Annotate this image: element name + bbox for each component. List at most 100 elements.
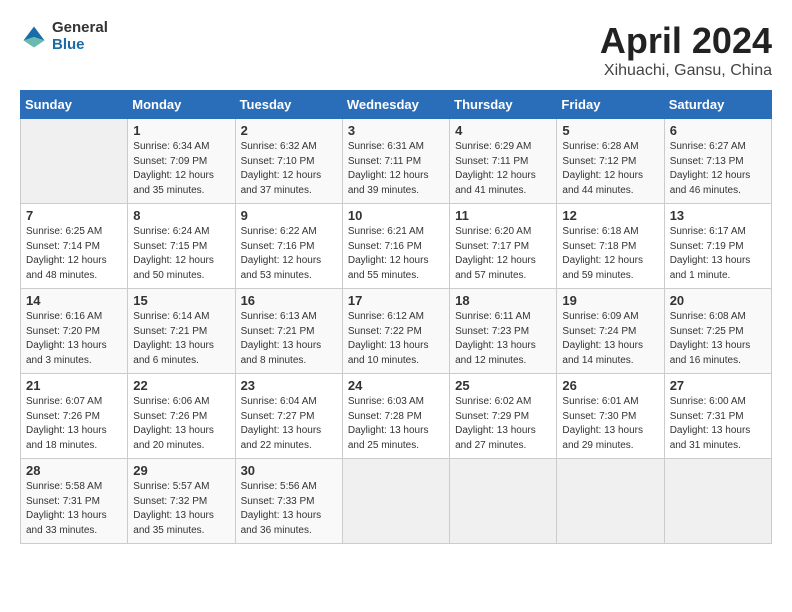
day-info: Sunrise: 5:58 AMSunset: 7:31 PMDaylight:… [26,480,122,538]
day-info: Sunrise: 6:14 AMSunset: 7:21 PMDaylight:… [133,310,229,368]
day-number: 21 [26,378,122,393]
day-number: 18 [455,293,551,308]
day-number: 27 [670,378,766,393]
logo-general: General [52,20,108,37]
day-number: 4 [455,123,551,138]
day-number: 17 [348,293,444,308]
logo-blue: Blue [52,37,108,54]
day-info: Sunrise: 6:00 AMSunset: 7:31 PMDaylight:… [670,395,766,453]
day-info: Sunrise: 6:29 AMSunset: 7:11 PMDaylight:… [455,140,551,198]
calendar-cell: 25 Sunrise: 6:02 AMSunset: 7:29 PMDayligh… [450,374,557,459]
calendar-cell: 13Sunrise: 6:17 AMSunset: 7:19 PMDayligh… [664,204,771,289]
calendar-cell: 6Sunrise: 6:27 AMSunset: 7:13 PMDaylight… [664,119,771,204]
day-number: 14 [26,293,122,308]
calendar-title: April 2024 [600,20,772,62]
day-number: 2 [241,123,337,138]
calendar-cell: 28Sunrise: 5:58 AMSunset: 7:31 PMDayligh… [21,459,128,544]
day-info: Sunrise: 6:01 AMSunset: 7:30 PMDaylight:… [562,395,658,453]
day-number: 9 [241,208,337,223]
day-info: Sunrise: 6:02 AMSunset: 7:29 PMDaylight:… [455,395,551,453]
day-number: 23 [241,378,337,393]
day-number: 29 [133,463,229,478]
calendar-cell: 1 Sunrise: 6:34 AMSunset: 7:09 PMDaylight… [128,119,235,204]
weekday-header-friday: Friday [557,91,664,119]
calendar-cell: 11 Sunrise: 6:20 AMSunset: 7:17 PMDayligh… [450,204,557,289]
calendar-cell: 24Sunrise: 6:03 AMSunset: 7:28 PMDayligh… [342,374,449,459]
day-info: Sunrise: 6:17 AMSunset: 7:19 PMDaylight:… [670,225,766,283]
calendar-cell: 29 Sunrise: 5:57 AMSunset: 7:32 PMDayligh… [128,459,235,544]
calendar-cell: 20Sunrise: 6:08 AMSunset: 7:25 PMDayligh… [664,289,771,374]
day-number: 30 [241,463,337,478]
day-info: Sunrise: 5:56 AMSunset: 7:33 PMDaylight:… [241,480,337,538]
day-info: Sunrise: 6:24 AMSunset: 7:15 PMDaylight:… [133,225,229,283]
calendar-cell [342,459,449,544]
weekday-header-monday: Monday [128,91,235,119]
day-number: 12 [562,208,658,223]
day-number: 25 [455,378,551,393]
day-number: 7 [26,208,122,223]
day-info: Sunrise: 6:18 AMSunset: 7:18 PMDaylight:… [562,225,658,283]
calendar-week-row: 28Sunrise: 5:58 AMSunset: 7:31 PMDayligh… [21,459,772,544]
calendar-cell: 27 Sunrise: 6:00 AMSunset: 7:31 PMDayligh… [664,374,771,459]
calendar-cell: 26Sunrise: 6:01 AMSunset: 7:30 PMDayligh… [557,374,664,459]
calendar-cell: 5Sunrise: 6:28 AMSunset: 7:12 PMDaylight… [557,119,664,204]
calendar-week-row: 21 Sunrise: 6:07 AMSunset: 7:26 PMDayligh… [21,374,772,459]
day-info: Sunrise: 6:21 AMSunset: 7:16 PMDaylight:… [348,225,444,283]
calendar-cell: 30 Sunrise: 5:56 AMSunset: 7:33 PMDayligh… [235,459,342,544]
calendar-cell: 12 Sunrise: 6:18 AMSunset: 7:18 PMDayligh… [557,204,664,289]
calendar-cell [557,459,664,544]
calendar-cell: 7 Sunrise: 6:25 AMSunset: 7:14 PMDaylight… [21,204,128,289]
calendar-cell: 19 Sunrise: 6:09 AMSunset: 7:24 PMDayligh… [557,289,664,374]
calendar-week-row: 7 Sunrise: 6:25 AMSunset: 7:14 PMDaylight… [21,204,772,289]
calendar-cell: 2 Sunrise: 6:32 AMSunset: 7:10 PMDaylight… [235,119,342,204]
calendar-table: SundayMondayTuesdayWednesdayThursdayFrid… [20,90,772,544]
logo-text: General Blue [52,20,108,53]
day-info: Sunrise: 6:12 AMSunset: 7:22 PMDaylight:… [348,310,444,368]
day-info: Sunrise: 6:34 AMSunset: 7:09 PMDaylight:… [133,140,229,198]
weekday-header-thursday: Thursday [450,91,557,119]
day-info: Sunrise: 6:28 AMSunset: 7:12 PMDaylight:… [562,140,658,198]
weekday-header-tuesday: Tuesday [235,91,342,119]
day-number: 1 [133,123,229,138]
day-info: Sunrise: 6:08 AMSunset: 7:25 PMDaylight:… [670,310,766,368]
calendar-subtitle: Xihuachi, Gansu, China [600,62,772,80]
day-number: 22 [133,378,229,393]
calendar-cell: 18 Sunrise: 6:11 AMSunset: 7:23 PMDayligh… [450,289,557,374]
day-info: Sunrise: 6:09 AMSunset: 7:24 PMDaylight:… [562,310,658,368]
calendar-cell [664,459,771,544]
calendar-cell: 10 Sunrise: 6:21 AMSunset: 7:16 PMDayligh… [342,204,449,289]
weekday-header-wednesday: Wednesday [342,91,449,119]
title-block: April 2024 Xihuachi, Gansu, China [600,20,772,80]
calendar-cell: 22Sunrise: 6:06 AMSunset: 7:26 PMDayligh… [128,374,235,459]
calendar-cell: 8 Sunrise: 6:24 AMSunset: 7:15 PMDaylight… [128,204,235,289]
day-number: 11 [455,208,551,223]
calendar-cell: 4 Sunrise: 6:29 AMSunset: 7:11 PMDaylight… [450,119,557,204]
day-info: Sunrise: 6:25 AMSunset: 7:14 PMDaylight:… [26,225,122,283]
calendar-week-row: 14 Sunrise: 6:16 AMSunset: 7:20 PMDayligh… [21,289,772,374]
logo-icon [20,23,48,51]
day-info: Sunrise: 6:11 AMSunset: 7:23 PMDaylight:… [455,310,551,368]
calendar-cell [450,459,557,544]
calendar-week-row: 1 Sunrise: 6:34 AMSunset: 7:09 PMDaylight… [21,119,772,204]
day-info: Sunrise: 6:31 AMSunset: 7:11 PMDaylight:… [348,140,444,198]
calendar-cell: 15Sunrise: 6:14 AMSunset: 7:21 PMDayligh… [128,289,235,374]
calendar-cell: 3 Sunrise: 6:31 AMSunset: 7:11 PMDaylight… [342,119,449,204]
day-number: 19 [562,293,658,308]
day-info: Sunrise: 6:27 AMSunset: 7:13 PMDaylight:… [670,140,766,198]
day-number: 3 [348,123,444,138]
calendar-cell: 21 Sunrise: 6:07 AMSunset: 7:26 PMDayligh… [21,374,128,459]
day-info: Sunrise: 6:32 AMSunset: 7:10 PMDaylight:… [241,140,337,198]
day-info: Sunrise: 6:20 AMSunset: 7:17 PMDaylight:… [455,225,551,283]
day-number: 10 [348,208,444,223]
calendar-cell: 14 Sunrise: 6:16 AMSunset: 7:20 PMDayligh… [21,289,128,374]
logo: General Blue [20,20,108,53]
day-info: Sunrise: 6:07 AMSunset: 7:26 PMDaylight:… [26,395,122,453]
weekday-header-saturday: Saturday [664,91,771,119]
day-number: 8 [133,208,229,223]
day-info: Sunrise: 5:57 AMSunset: 7:32 PMDaylight:… [133,480,229,538]
calendar-cell: 9Sunrise: 6:22 AMSunset: 7:16 PMDaylight… [235,204,342,289]
day-number: 16 [241,293,337,308]
page-header: General Blue April 2024 Xihuachi, Gansu,… [20,20,772,80]
day-info: Sunrise: 6:16 AMSunset: 7:20 PMDaylight:… [26,310,122,368]
day-info: Sunrise: 6:13 AMSunset: 7:21 PMDaylight:… [241,310,337,368]
